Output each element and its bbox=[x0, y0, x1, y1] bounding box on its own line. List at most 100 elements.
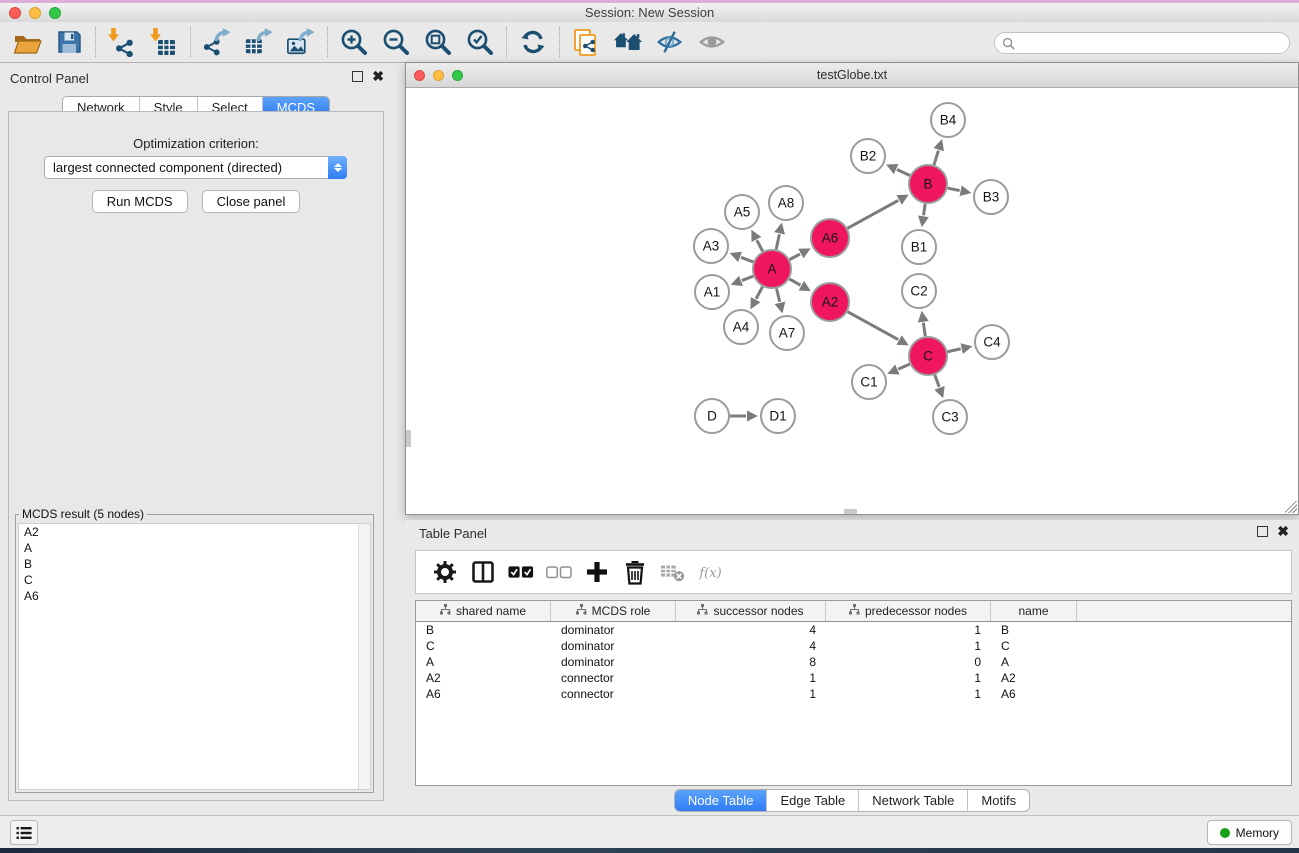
network-canvas[interactable]: A A1 A2 A3 A4 A5 A6 A7 A8 B B1 B2 B3 B4 C C1 C2 C3 C4 D D1 bbox=[406, 88, 1298, 514]
cell-predecessor-nodes[interactable]: 1 bbox=[826, 639, 991, 653]
graph-node-A[interactable]: A bbox=[753, 250, 791, 288]
graph-node-D1[interactable]: D1 bbox=[761, 399, 795, 433]
cell-MCDS-role[interactable]: dominator bbox=[551, 655, 676, 669]
export-table-icon[interactable] bbox=[244, 27, 274, 57]
graph-node-C2[interactable]: C2 bbox=[902, 274, 936, 308]
table-row[interactable]: A2connector11A2 bbox=[416, 670, 1291, 686]
cell-name[interactable]: C bbox=[991, 639, 1077, 653]
graph-node-B3[interactable]: B3 bbox=[974, 180, 1008, 214]
graph-node-A6[interactable]: A6 bbox=[811, 219, 849, 257]
cell-shared-name[interactable]: A6 bbox=[416, 687, 551, 701]
graph-node-A2[interactable]: A2 bbox=[811, 283, 849, 321]
cell-name[interactable]: A bbox=[991, 655, 1077, 669]
zoom-out-icon[interactable] bbox=[381, 27, 411, 57]
cell-predecessor-nodes[interactable]: 1 bbox=[826, 671, 991, 685]
network-snapshot-icon[interactable] bbox=[571, 27, 601, 57]
cell-successor-nodes[interactable]: 1 bbox=[676, 687, 826, 701]
network-minimize-icon[interactable] bbox=[433, 70, 444, 81]
graph-node-B4[interactable]: B4 bbox=[931, 103, 965, 137]
result-node-item[interactable]: A2 bbox=[19, 524, 370, 540]
column-header-name[interactable]: name bbox=[991, 601, 1077, 621]
graph-node-B2[interactable]: B2 bbox=[851, 139, 885, 173]
first-neighbors-icon[interactable] bbox=[613, 27, 643, 57]
result-node-item[interactable]: C bbox=[19, 572, 370, 588]
save-session-icon[interactable] bbox=[54, 27, 84, 57]
deselect-all-icon[interactable] bbox=[546, 559, 572, 585]
run-mcds-button[interactable]: Run MCDS bbox=[92, 190, 188, 213]
column-header-MCDS-role[interactable]: MCDS role bbox=[551, 601, 676, 621]
graph-node-B[interactable]: B bbox=[909, 165, 947, 203]
cell-successor-nodes[interactable]: 4 bbox=[676, 623, 826, 637]
cell-successor-nodes[interactable]: 4 bbox=[676, 639, 826, 653]
cell-name[interactable]: B bbox=[991, 623, 1077, 637]
zoom-window-icon[interactable] bbox=[49, 7, 61, 19]
cell-shared-name[interactable]: A2 bbox=[416, 671, 551, 685]
graph-node-B1[interactable]: B1 bbox=[902, 230, 936, 264]
column-header-predecessor-nodes[interactable]: predecessor nodes bbox=[826, 601, 991, 621]
cell-shared-name[interactable]: A bbox=[416, 655, 551, 669]
zoom-fit-icon[interactable] bbox=[423, 27, 453, 57]
graph-node-C4[interactable]: C4 bbox=[975, 325, 1009, 359]
cell-successor-nodes[interactable]: 8 bbox=[676, 655, 826, 669]
graph-node-C1[interactable]: C1 bbox=[852, 365, 886, 399]
result-node-item[interactable]: B bbox=[19, 556, 370, 572]
vertical-scrollbar-thumb[interactable] bbox=[406, 430, 411, 447]
graph-node-A3[interactable]: A3 bbox=[694, 229, 728, 263]
hide-selected-icon[interactable] bbox=[655, 27, 685, 57]
tab-motifs[interactable]: Motifs bbox=[968, 790, 1029, 811]
graph-node-A1[interactable]: A1 bbox=[695, 275, 729, 309]
zoom-in-icon[interactable] bbox=[339, 27, 369, 57]
cell-predecessor-nodes[interactable]: 1 bbox=[826, 623, 991, 637]
cell-shared-name[interactable]: B bbox=[416, 623, 551, 637]
cell-name[interactable]: A2 bbox=[991, 671, 1077, 685]
select-all-icon[interactable] bbox=[508, 559, 534, 585]
cell-MCDS-role[interactable]: connector bbox=[551, 671, 676, 685]
table-close-panel-icon[interactable]: ✖ bbox=[1277, 526, 1289, 537]
resize-grip-icon[interactable] bbox=[1285, 501, 1297, 513]
cell-MCDS-role[interactable]: connector bbox=[551, 687, 676, 701]
delete-column-icon[interactable] bbox=[622, 559, 648, 585]
graph-node-A5[interactable]: A5 bbox=[725, 195, 759, 229]
column-manager-icon[interactable] bbox=[470, 559, 496, 585]
float-panel-icon[interactable] bbox=[352, 71, 363, 82]
table-float-panel-icon[interactable] bbox=[1257, 526, 1268, 537]
cell-shared-name[interactable]: C bbox=[416, 639, 551, 653]
graph-node-A7[interactable]: A7 bbox=[770, 316, 804, 350]
close-panel-button[interactable]: Close panel bbox=[202, 190, 301, 213]
graph-node-C[interactable]: C bbox=[909, 337, 947, 375]
graph-node-A8[interactable]: A8 bbox=[769, 186, 803, 220]
close-window-icon[interactable] bbox=[9, 7, 21, 19]
table-row[interactable]: Adominator80A bbox=[416, 654, 1291, 670]
graph-node-D[interactable]: D bbox=[695, 399, 729, 433]
tab-network-table[interactable]: Network Table bbox=[859, 790, 968, 811]
export-network-icon[interactable] bbox=[202, 27, 232, 57]
export-image-icon[interactable] bbox=[286, 27, 316, 57]
table-row[interactable]: Bdominator41B bbox=[416, 622, 1291, 638]
search-field[interactable] bbox=[994, 32, 1290, 54]
result-list-scrollbar[interactable] bbox=[358, 524, 370, 789]
table-row[interactable]: Cdominator41C bbox=[416, 638, 1291, 654]
minimize-window-icon[interactable] bbox=[29, 7, 41, 19]
import-network-icon[interactable] bbox=[107, 27, 137, 57]
zoom-selected-icon[interactable] bbox=[465, 27, 495, 57]
cell-predecessor-nodes[interactable]: 0 bbox=[826, 655, 991, 669]
open-file-icon[interactable] bbox=[12, 27, 42, 57]
table-settings-icon[interactable] bbox=[432, 559, 458, 585]
cell-MCDS-role[interactable]: dominator bbox=[551, 639, 676, 653]
cell-MCDS-role[interactable]: dominator bbox=[551, 623, 676, 637]
memory-button[interactable]: Memory bbox=[1207, 820, 1292, 845]
graph-node-C3[interactable]: C3 bbox=[933, 400, 967, 434]
task-history-button[interactable] bbox=[10, 820, 38, 845]
graph-node-A4[interactable]: A4 bbox=[724, 310, 758, 344]
result-node-item[interactable]: A6 bbox=[19, 588, 370, 604]
network-close-icon[interactable] bbox=[414, 70, 425, 81]
result-node-item[interactable]: A bbox=[19, 540, 370, 556]
tab-node-table[interactable]: Node Table bbox=[675, 790, 768, 811]
column-header-successor-nodes[interactable]: successor nodes bbox=[676, 601, 826, 621]
add-column-icon[interactable] bbox=[584, 559, 610, 585]
refresh-icon[interactable] bbox=[518, 27, 548, 57]
optimization-criterion-dropdown[interactable]: largest connected component (directed) bbox=[44, 156, 347, 179]
table-row[interactable]: A6connector11A6 bbox=[416, 686, 1291, 702]
close-panel-icon[interactable]: ✖ bbox=[372, 71, 384, 82]
network-zoom-icon[interactable] bbox=[452, 70, 463, 81]
